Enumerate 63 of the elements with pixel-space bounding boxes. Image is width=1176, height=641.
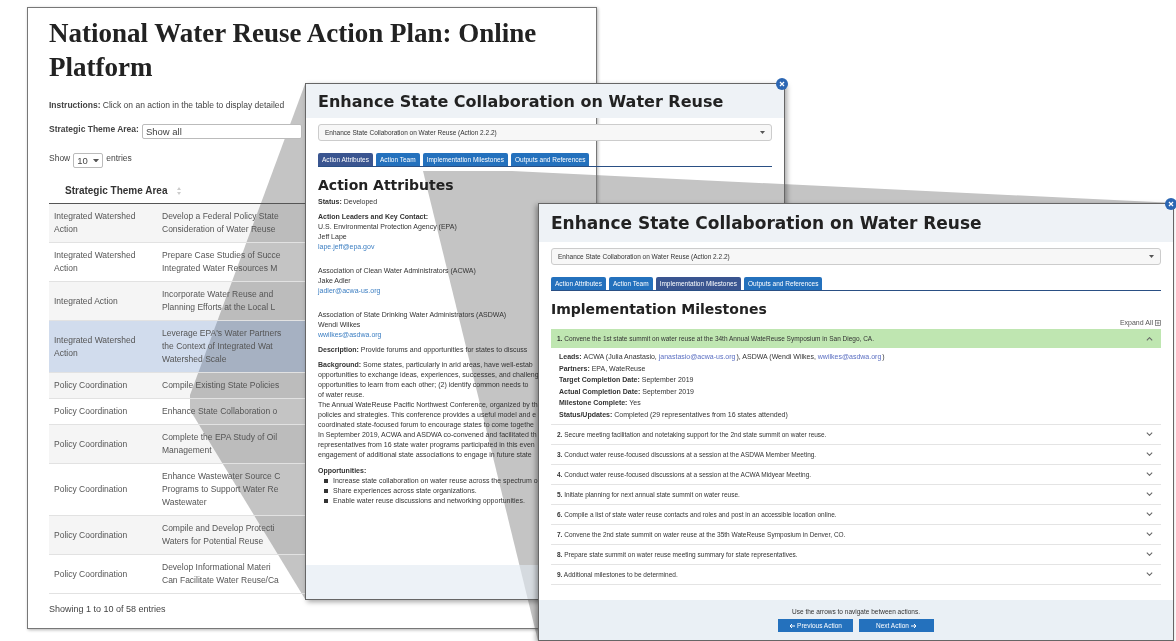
close-icon[interactable] <box>1165 198 1176 210</box>
chevron-down-icon[interactable] <box>1146 492 1153 496</box>
table-row[interactable]: Policy Coordination Enhance State Collaboration o <box>49 399 306 425</box>
section-heading: Implementation Milestones <box>551 301 768 317</box>
bullet-icon <box>324 489 328 493</box>
entries-label: entries <box>106 153 132 163</box>
bullet-icon <box>324 499 328 503</box>
chevron-down-icon[interactable] <box>1146 532 1153 536</box>
table-cell-text: Develop Informational Materi Can Facilitate Water Reuse/Ca <box>161 561 280 587</box>
chevron-down-icon[interactable] <box>1146 452 1153 456</box>
table-row[interactable]: Integrated Watershed Action Leverage EPA's Water Partners the Context of Integrated Wat Watershed Scale <box>49 321 306 373</box>
table-row[interactable]: Integrated Watershed Action Prepare Case Studies of Succe Integrated Water Resources M <box>49 243 306 282</box>
chevron-down-icon[interactable] <box>1146 572 1153 576</box>
table-cell-text: Integrated Watershed Action <box>53 333 137 360</box>
table-row[interactable]: Integrated Action Incorporate Water Reuse and Planning Efforts at the Local L <box>49 282 306 321</box>
window-title: Enhance State Collaboration on Water Reuse <box>318 91 724 111</box>
filter-label: Strategic Theme Area: <box>49 124 139 134</box>
table-cell-text: Compile Existing State Policies <box>161 379 281 392</box>
plus-box-icon[interactable] <box>1155 319 1161 326</box>
table-cell-text: Enhance State Collaboration o <box>161 405 279 418</box>
table-cell-text: Complete the EPA Study of Oil Management <box>161 431 279 457</box>
table-cell-text: Policy Coordination <box>53 437 129 451</box>
table-cell-text: Policy Coordination <box>53 483 129 496</box>
chevron-down-icon[interactable] <box>1146 512 1153 516</box>
chevron-down-icon[interactable] <box>1146 552 1153 556</box>
table-info: Showing 1 to 10 of 58 entries <box>49 604 166 614</box>
table-row[interactable]: Policy Coordination Compile and Develop Protecti Waters for Potential Reuse <box>49 516 306 555</box>
chevron-up-icon[interactable] <box>1146 336 1153 341</box>
arrow-right-icon <box>910 622 917 629</box>
table-cell-text: Compile and Develop Protecti Waters for Potential Reuse <box>161 522 276 548</box>
table-cell-text: Enhance Wastewater Source C Programs to Support Water Re Wastewater <box>161 470 282 509</box>
table-cell-text: Develop a Federal Policy State Consideration of Water Reuse <box>161 210 280 236</box>
chevron-down-icon[interactable] <box>1146 432 1153 436</box>
table-cell-text: Policy Coordination <box>53 379 129 392</box>
arrow-left-icon <box>789 622 796 629</box>
caret-icon <box>1149 255 1154 258</box>
page-title: National Water Reuse Action Plan: Online Platform <box>49 17 538 84</box>
table-cell-text: Policy Coordination <box>53 405 129 418</box>
table-cell-text: Prepare Case Studies of Succe Integrated Water Resources M <box>161 249 282 275</box>
table-cell-text: Integrated Watershed Action <box>53 210 137 236</box>
close-icon[interactable] <box>776 78 788 90</box>
show-label: Show <box>49 153 71 163</box>
filter-select[interactable]: Show all <box>141 124 302 139</box>
table-row[interactable]: Policy Coordination Develop Informational Materi Can Facilitate Water Reuse/Ca <box>49 555 306 594</box>
window-title: Enhance State Collaboration on Water Reuse <box>551 213 982 233</box>
chevron-down-icon[interactable] <box>1146 472 1153 476</box>
table-cell-text: Integrated Watershed Action <box>53 249 137 275</box>
table-row[interactable]: Policy Coordination Complete the EPA Study of Oil Management <box>49 425 306 464</box>
instructions-text: Instructions: Click on an action in the table to display detailed <box>49 100 285 110</box>
table-cell-text: Incorporate Water Reuse and Planning Efforts at the Local L <box>161 288 277 314</box>
caret-icon <box>93 158 100 163</box>
bullet-icon <box>324 479 328 483</box>
entries-select[interactable]: 10 <box>73 153 104 168</box>
column-header[interactable]: Strategic Theme Area <box>65 185 168 196</box>
caret-icon <box>760 131 765 134</box>
table-row[interactable]: Policy Coordination Enhance Wastewater Source C Programs to Support Water Re Wastewater <box>49 464 306 516</box>
section-heading: Action Attributes <box>318 177 454 193</box>
table-cell-text: Policy Coordination <box>53 567 129 581</box>
table-cell-text: Policy Coordination <box>53 528 129 542</box>
table-cell-text: Integrated Action <box>53 294 119 308</box>
table-row[interactable]: Integrated Watershed Action Develop a Federal Policy State Consideration of Water Reuse <box>49 204 306 243</box>
table-row[interactable]: Policy Coordination Compile Existing State Policies <box>49 373 306 399</box>
table-cell-text: Leverage EPA's Water Partners the Context of Integrated Wat Watershed Scale <box>161 327 283 366</box>
